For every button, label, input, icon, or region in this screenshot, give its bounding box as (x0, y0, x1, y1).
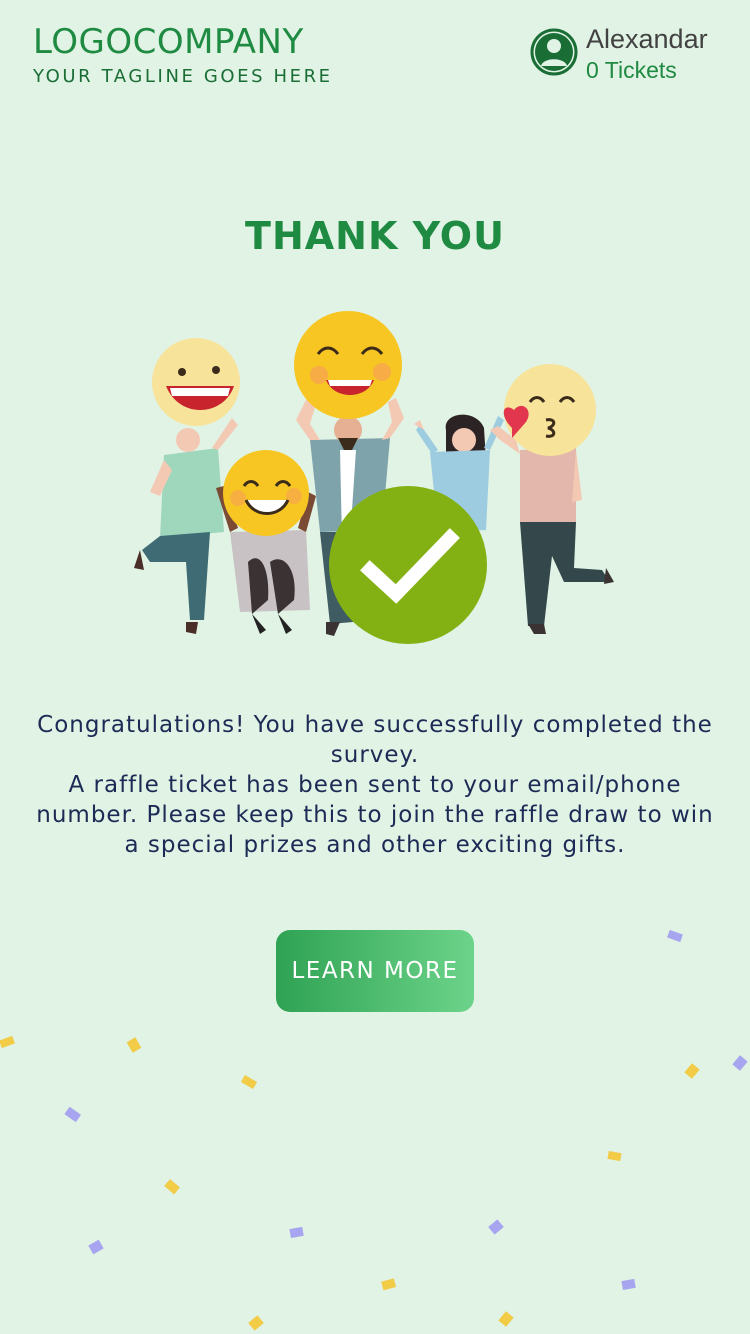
checkmark-badge-icon (329, 486, 487, 644)
logo[interactable]: LOGOCOMPANY (33, 22, 304, 62)
laughing-emoji-icon (152, 338, 240, 426)
kissing-emoji-icon (503, 364, 596, 456)
celebration-illustration (134, 311, 614, 644)
page-title: THANK YOU (245, 214, 505, 258)
message-line-1: Congratulations! You have successfully c… (37, 712, 713, 768)
success-message: Congratulations! You have successfully c… (30, 710, 720, 860)
ticket-count: 0 Tickets (586, 57, 677, 83)
tagline: YOUR TAGLINE GOES HERE (33, 66, 333, 87)
user-profile[interactable]: Alexandar 0 Tickets (530, 24, 740, 84)
grinning-emoji-icon (294, 311, 402, 419)
user-avatar-icon[interactable] (530, 28, 578, 76)
user-name: Alexandar (586, 24, 708, 54)
person-right-illustration (490, 426, 614, 634)
person-left-illustration (134, 391, 238, 634)
message-line-2: A raffle ticket has been sent to your em… (36, 772, 714, 858)
confetti-decoration (0, 929, 748, 1331)
smiling-emoji-icon (223, 450, 309, 536)
header: LOGOCOMPANY YOUR TAGLINE GOES HERE Alexa… (0, 0, 750, 110)
